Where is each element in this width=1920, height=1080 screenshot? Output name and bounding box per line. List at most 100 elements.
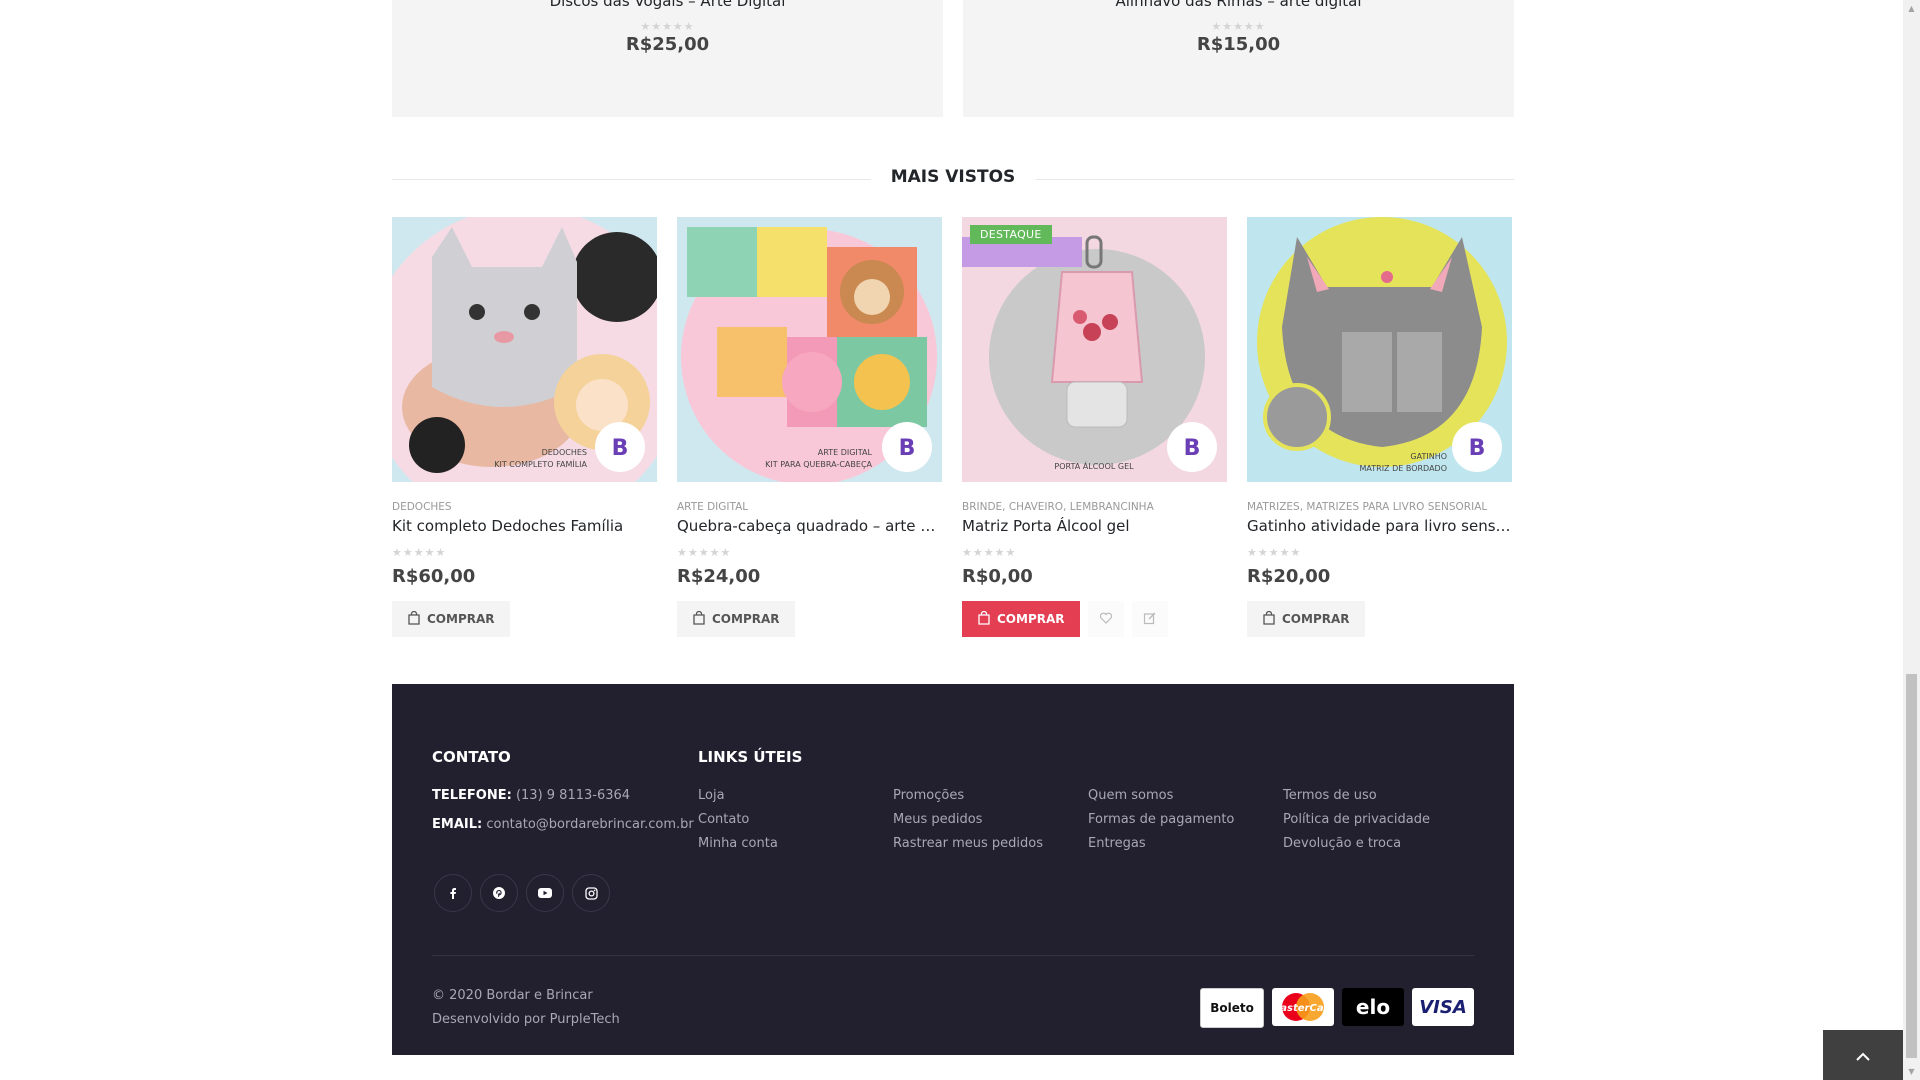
visa-icon: VISA — [1412, 988, 1474, 1026]
shopping-bag-icon — [1262, 610, 1276, 628]
heart-icon — [1099, 610, 1113, 629]
footer-links-title: LINKS ÚTEIS — [698, 748, 803, 766]
svg-text:B: B — [1469, 436, 1486, 461]
rating-stars: ★★★★★ — [392, 546, 447, 559]
featured-badge: DESTAQUE — [970, 225, 1052, 244]
scrollbar-thumb[interactable] — [1906, 674, 1917, 1058]
developer-credit[interactable]: Desenvolvido por PurpleTech — [432, 1008, 620, 1032]
shopping-bag-icon — [407, 610, 421, 628]
footer-links-column: Termos de uso Política de privacidade De… — [1283, 784, 1478, 856]
svg-text:B: B — [612, 436, 629, 461]
back-to-top-button[interactable] — [1823, 1030, 1903, 1080]
section-title-label: MAIS VISTOS — [870, 167, 1036, 187]
footer-links-column: Promoções Meus pedidos Rastrear meus ped… — [893, 784, 1088, 856]
product-card[interactable]: B GATINHO MATRIZ DE BORDADO MATRIZES, MA… — [1247, 217, 1512, 637]
mastercard-icon: MasterCard — [1272, 988, 1334, 1026]
scroll-up-arrow[interactable]: ▲ — [1903, 0, 1920, 17]
footer-contact-title: CONTATO — [432, 748, 511, 766]
footer-link-quem-somos[interactable]: Quem somos — [1088, 784, 1283, 808]
footer-link-termos[interactable]: Termos de uso — [1283, 784, 1478, 808]
copyright: © 2020 Bordar e Brincar — [432, 988, 593, 1003]
phone-label: TELEFONE: — [432, 788, 512, 803]
rating-stars: ★★★★★ — [962, 546, 1017, 559]
product-name[interactable]: Alinhavo das Rimas – arte digital — [963, 0, 1514, 10]
email-link[interactable]: contato@bordarebrincar.com.br — [486, 817, 693, 832]
footer-link-promocoes[interactable]: Promoções — [893, 784, 1088, 808]
product-card[interactable]: Discos das Vogais – Arte Digital ★★★★★ R… — [392, 0, 943, 117]
product-card[interactable]: B ARTE DIGITAL KIT PARA QUEBRA-CABEÇA AR… — [677, 217, 942, 637]
product-price: R$20,00 — [1247, 566, 1331, 587]
wishlist-button[interactable] — [1087, 601, 1124, 637]
product-price: R$60,00 — [392, 566, 476, 587]
buy-button[interactable]: COMPRAR — [392, 601, 510, 637]
product-image[interactable]: B DEDOCHES KIT COMPLETO FAMÍLIA — [392, 217, 657, 482]
footer-email: EMAIL: contato@bordarebrincar.com.br — [432, 817, 694, 832]
buy-button[interactable]: COMPRAR — [962, 601, 1080, 637]
facebook-icon[interactable] — [434, 874, 472, 912]
footer-contact: CONTATO TELEFONE: (13) 9 8113-6364 EMAIL… — [432, 748, 694, 832]
pinterest-icon[interactable] — [480, 874, 518, 912]
svg-text:PORTA ÁLCOOL GEL: PORTA ÁLCOOL GEL — [1054, 460, 1134, 471]
phone-value: (13) 9 8113-6364 — [515, 788, 631, 803]
footer: CONTATO TELEFONE: (13) 9 8113-6364 EMAIL… — [392, 684, 1514, 1055]
buy-button-label: COMPRAR — [997, 612, 1065, 626]
product-card[interactable]: B PORTA ÁLCOOL GEL DESTAQUE BRINDE, CHAV… — [962, 217, 1227, 637]
rating-stars: ★★★★★ — [1211, 20, 1266, 33]
footer-links-column: Quem somos Formas de pagamento Entregas — [1088, 784, 1283, 856]
svg-text:B: B — [899, 436, 916, 461]
shopping-bag-icon — [692, 610, 706, 628]
buy-button-label: COMPRAR — [712, 612, 780, 626]
footer-bottom: © 2020 Bordar e Brincar Desenvolvido por… — [432, 984, 620, 1032]
product-category[interactable]: BRINDE, CHAVEIRO, LEMBRANCINHA — [962, 501, 1227, 513]
svg-text:GATINHO: GATINHO — [1410, 452, 1447, 461]
product-category[interactable]: MATRIZES, MATRIZES PARA LIVRO SENSORIAL — [1247, 501, 1512, 513]
product-card[interactable]: B DEDOCHES KIT COMPLETO FAMÍLIA DEDOCHES… — [392, 217, 657, 637]
product-image[interactable]: B ARTE DIGITAL KIT PARA QUEBRA-CABEÇA — [677, 217, 942, 482]
product-image[interactable]: B GATINHO MATRIZ DE BORDADO — [1247, 217, 1512, 482]
footer-link-pagamento[interactable]: Formas de pagamento — [1088, 808, 1283, 832]
buy-button-label: COMPRAR — [427, 612, 495, 626]
rating-stars: ★★★★★ — [640, 20, 695, 33]
product-image[interactable]: B PORTA ÁLCOOL GEL DESTAQUE — [962, 217, 1227, 482]
product-category[interactable]: ARTE DIGITAL — [677, 501, 942, 513]
product-category[interactable]: DEDOCHES — [392, 501, 657, 513]
svg-text:MasterCard: MasterCard — [1274, 1003, 1332, 1014]
footer-phone: TELEFONE: (13) 9 8113-6364 — [432, 788, 692, 803]
product-price: R$24,00 — [677, 566, 761, 587]
product-name[interactable]: Kit completo Dedoches Família — [392, 517, 657, 535]
svg-text:ARTE DIGITAL: ARTE DIGITAL — [818, 448, 873, 457]
product-card[interactable]: Alinhavo das Rimas – arte digital ★★★★★ … — [963, 0, 1514, 117]
buy-button[interactable]: COMPRAR — [1247, 601, 1365, 637]
footer-links-column: Loja Contato Minha conta — [698, 784, 893, 856]
scrollbar[interactable]: ▲ ▼ — [1903, 0, 1920, 1080]
svg-text:KIT PARA QUEBRA-CABEÇA: KIT PARA QUEBRA-CABEÇA — [765, 460, 872, 469]
product-price: R$15,00 — [1196, 34, 1281, 55]
product-name[interactable]: Matriz Porta Álcool gel — [962, 517, 1227, 535]
footer-link-rastrear[interactable]: Rastrear meus pedidos — [893, 832, 1088, 856]
product-name[interactable]: Discos das Vogais – Arte Digital — [392, 0, 943, 10]
svg-text:MATRIZ DE BORDADO: MATRIZ DE BORDADO — [1360, 464, 1448, 473]
buy-button[interactable]: COMPRAR — [677, 601, 795, 637]
footer-link-entregas[interactable]: Entregas — [1088, 832, 1283, 856]
product-name[interactable]: Gatinho atividade para livro sensorial — [1247, 517, 1512, 535]
chevron-up-icon — [1856, 1046, 1870, 1065]
footer-link-privacidade[interactable]: Política de privacidade — [1283, 808, 1478, 832]
product-name[interactable]: Quebra-cabeça quadrado – arte digital — [677, 517, 942, 535]
footer-link-minha-conta[interactable]: Minha conta — [698, 832, 893, 856]
email-label: EMAIL: — [432, 817, 483, 832]
buy-button-label: COMPRAR — [1282, 612, 1350, 626]
payment-methods: Boleto MasterCard elo VISA — [1200, 988, 1474, 1028]
footer-link-devolucao[interactable]: Devolução e troca — [1283, 832, 1478, 856]
scroll-down-arrow[interactable]: ▼ — [1903, 1063, 1920, 1080]
quickview-button[interactable] — [1131, 601, 1168, 637]
footer-link-loja[interactable]: Loja — [698, 784, 893, 808]
footer-divider — [432, 955, 1474, 956]
svg-text:DEDOCHES: DEDOCHES — [542, 448, 587, 457]
svg-text:B: B — [1184, 436, 1201, 461]
footer-link-meus-pedidos[interactable]: Meus pedidos — [893, 808, 1088, 832]
youtube-icon[interactable] — [526, 874, 564, 912]
section-title: MAIS VISTOS — [392, 167, 1514, 191]
footer-link-contato[interactable]: Contato — [698, 808, 893, 832]
rating-stars: ★★★★★ — [1247, 546, 1302, 559]
instagram-icon[interactable] — [572, 874, 610, 912]
